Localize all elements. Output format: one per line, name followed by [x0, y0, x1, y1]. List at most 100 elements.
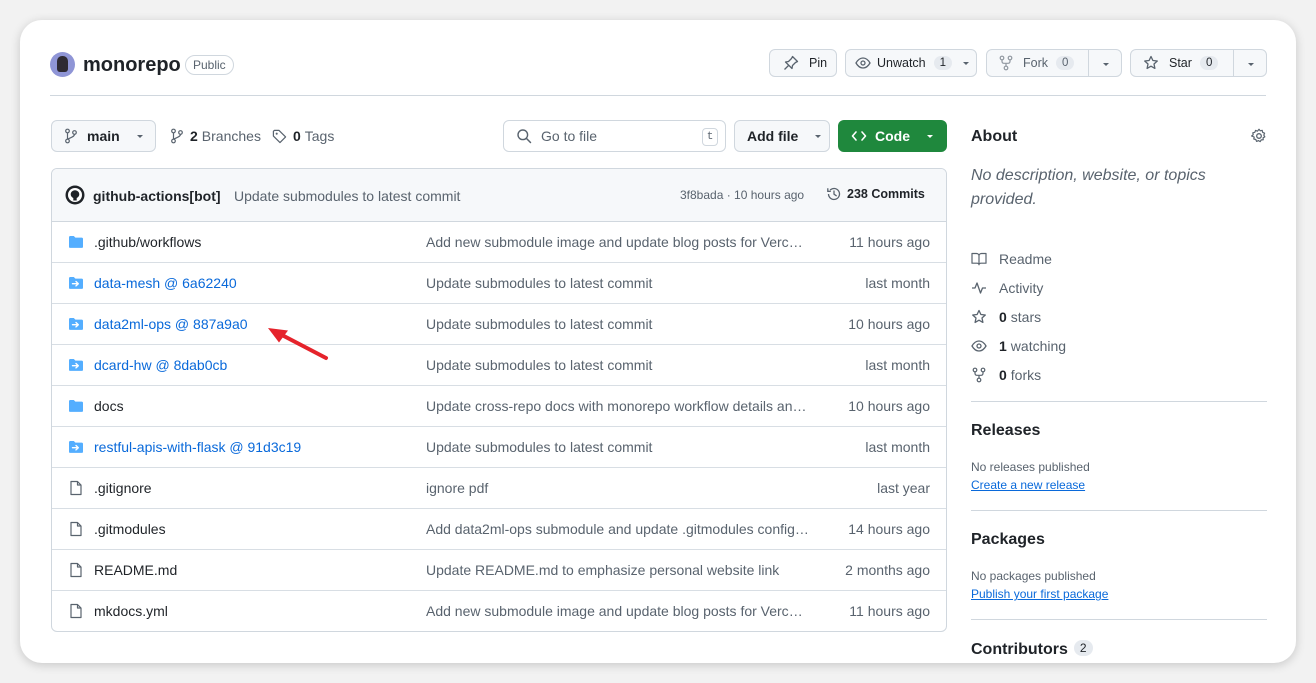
file-commit-message[interactable]: ignore pdf — [426, 480, 810, 496]
readme-link[interactable]: Readme — [971, 249, 1052, 269]
repo-page: monorepo Public Pin Unwatch 1 Fork 0 Sta… — [20, 20, 1296, 663]
search-icon — [517, 129, 532, 144]
star-count: 0 — [1199, 56, 1219, 70]
watching-label: watching — [1010, 338, 1067, 354]
submodule-folder-icon — [68, 316, 84, 335]
file-commit-message[interactable]: Update submodules to latest commit — [426, 316, 810, 332]
eye-icon — [971, 340, 987, 352]
file-commit-message[interactable]: Add data2ml-ops submodule and update .gi… — [426, 521, 810, 537]
code-button[interactable]: Code — [838, 120, 947, 152]
code-icon — [851, 131, 867, 141]
file-commit-message[interactable]: Update README.md to emphasize personal w… — [426, 562, 810, 578]
fork-label[interactable]: Fork — [1023, 56, 1048, 70]
file-row[interactable]: .gitmodules Add data2ml-ops submodule and… — [52, 509, 946, 550]
avatar[interactable] — [50, 52, 75, 77]
file-list: .github/workflows Add new submodule image… — [52, 222, 946, 631]
branches-count: 2 — [190, 128, 198, 144]
pulse-icon — [972, 282, 986, 294]
file-row[interactable]: .github/workflows Add new submodule image… — [52, 222, 946, 263]
file-commit-message[interactable]: Add new submodule image and update blog … — [426, 603, 810, 619]
pin-button[interactable]: Pin — [769, 49, 837, 77]
github-bot-avatar-icon[interactable] — [65, 185, 85, 205]
file-icon — [68, 480, 84, 499]
activity-link[interactable]: Activity — [971, 278, 1043, 298]
add-file-label: Add file — [747, 128, 799, 144]
create-release-link[interactable]: Create a new release — [971, 478, 1085, 492]
chevron-down-icon[interactable] — [1100, 58, 1112, 70]
commit-author[interactable]: github-actions[bot] — [93, 188, 221, 204]
file-name[interactable]: docs — [94, 398, 124, 414]
file-age: 10 hours ago — [848, 398, 930, 414]
branches-label: Branches — [201, 128, 261, 144]
gear-icon[interactable] — [1251, 128, 1267, 144]
star-label[interactable]: Star — [1169, 56, 1192, 70]
file-commit-message[interactable]: Update submodules to latest commit — [426, 439, 810, 455]
watching-link[interactable]: 1 watching — [971, 336, 1066, 356]
watching-count: 1 — [999, 338, 1007, 354]
stars-label: stars — [1010, 309, 1042, 325]
file-row[interactable]: data-mesh @ 6a62240 Update submodules to … — [52, 263, 946, 304]
releases-title[interactable]: Releases — [971, 422, 1040, 440]
file-row[interactable]: mkdocs.yml Add new submodule image and up… — [52, 591, 946, 631]
tags-count: 0 — [292, 128, 301, 144]
file-age: 11 hours ago — [849, 234, 930, 250]
file-row[interactable]: .gitignore ignore pdf last year — [52, 468, 946, 509]
file-name[interactable]: data2ml-ops @ 887a9a0 — [94, 316, 248, 332]
readme-label: Readme — [999, 251, 1052, 267]
file-age: 10 hours ago — [848, 316, 930, 332]
file-name[interactable]: data-mesh @ 6a62240 — [94, 275, 237, 291]
publish-package-link[interactable]: Publish your first package — [971, 587, 1108, 601]
file-name[interactable]: restful-apis-with-flask @ 91d3c19 — [94, 439, 301, 455]
star-button-group: Star 0 — [1130, 49, 1267, 77]
chevron-down-icon — [815, 135, 822, 138]
file-icon — [68, 603, 84, 622]
repo-name[interactable]: monorepo — [83, 54, 181, 77]
file-name[interactable]: .github/workflows — [94, 234, 201, 250]
unwatch-button[interactable]: Unwatch 1 — [845, 49, 977, 77]
file-commit-message[interactable]: Add new submodule image and update blog … — [426, 234, 810, 250]
branches-link[interactable]: 2 Branches — [170, 128, 261, 144]
file-row[interactable]: data2ml-ops @ 887a9a0 Update submodules t… — [52, 304, 946, 345]
star-icon — [972, 309, 986, 324]
contributors-label: Contributors — [971, 641, 1068, 658]
file-row[interactable]: dcard-hw @ 8dab0cb Update submodules to l… — [52, 345, 946, 386]
contributors-title[interactable]: Contributors 2 — [971, 640, 1093, 659]
file-name[interactable]: .gitignore — [94, 480, 152, 496]
file-row[interactable]: docs Update cross-repo docs with monorepo… — [52, 386, 946, 427]
packages-note: No packages published — [971, 569, 1096, 583]
star-icon — [1144, 55, 1158, 70]
file-commit-message[interactable]: Update submodules to latest commit — [426, 275, 810, 291]
add-file-button[interactable]: Add file — [734, 120, 830, 152]
commit-message[interactable]: Update submodules to latest commit — [234, 188, 460, 204]
file-name[interactable]: README.md — [94, 562, 177, 578]
forks-link[interactable]: 0 forks — [971, 365, 1041, 385]
stars-link[interactable]: 0 stars — [971, 307, 1041, 327]
packages-title[interactable]: Packages — [971, 531, 1045, 549]
commits-link[interactable]: 238 Commits — [826, 186, 925, 202]
about-title: About — [971, 128, 1018, 145]
file-row[interactable]: README.md Update README.md to emphasize p… — [52, 550, 946, 591]
code-label: Code — [875, 128, 910, 144]
activity-label: Activity — [999, 280, 1044, 296]
go-to-file-input[interactable]: Go to file t — [503, 120, 726, 152]
chevron-down-icon[interactable] — [1245, 58, 1257, 70]
about-description: No description, website, or topics provi… — [971, 167, 1206, 208]
tags-link[interactable]: 0 Tags — [272, 128, 334, 144]
fork-icon — [999, 55, 1013, 71]
file-commit-message[interactable]: Update submodules to latest commit — [426, 357, 810, 373]
file-name[interactable]: .gitmodules — [94, 521, 166, 537]
unwatch-label: Unwatch — [877, 56, 926, 70]
folder-icon — [68, 234, 84, 253]
repo-header: monorepo Public Pin Unwatch 1 Fork 0 Sta… — [50, 48, 1267, 96]
tag-icon — [272, 129, 287, 143]
file-age: last month — [865, 275, 930, 291]
file-name[interactable]: mkdocs.yml — [94, 603, 168, 619]
file-name[interactable]: dcard-hw @ 8dab0cb — [94, 357, 227, 373]
branch-selector[interactable]: main — [51, 120, 156, 152]
submodule-folder-icon — [68, 357, 84, 376]
file-table: github-actions[bot] Update submodules to… — [51, 168, 947, 632]
file-row[interactable]: restful-apis-with-flask @ 91d3c19 Update … — [52, 427, 946, 468]
commit-meta[interactable]: 3f8bada · 10 hours ago — [680, 188, 804, 202]
file-commit-message[interactable]: Update cross-repo docs with monorepo wor… — [426, 398, 810, 414]
releases-note: No releases published — [971, 460, 1090, 474]
